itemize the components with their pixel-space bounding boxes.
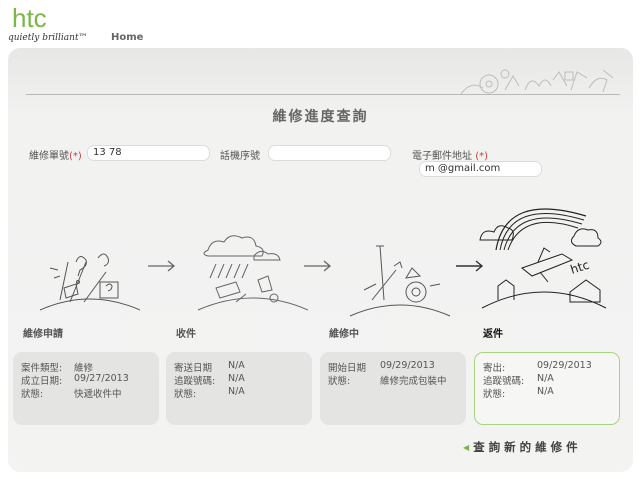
repair-request-illustration-icon (40, 253, 140, 311)
arrow-right-icon (148, 260, 176, 272)
email-input[interactable]: m @gmail.com (419, 161, 542, 177)
stage-title-repairing: 維修中 (329, 329, 359, 340)
card-row: 成立日期: 09/27/2013 (21, 373, 129, 387)
email-label: 電子郵件地址 (*) (412, 151, 488, 162)
shipping-storm-illustration-icon (197, 235, 308, 311)
repair-number-input[interactable]: 13 78 (87, 145, 210, 161)
required-mark: (*) (69, 151, 82, 162)
arrow-right-icon (304, 260, 332, 272)
htc-logo[interactable]: htc quietly brilliant™ (8, 3, 88, 44)
logo-tagline: quietly brilliant™ (8, 33, 88, 43)
card-row: 追蹤號碼: N/A (483, 373, 554, 387)
phone-serial-label: 話機序號 (220, 151, 260, 162)
svg-text:htc: htc (569, 258, 591, 277)
card-row: 狀態: N/A (174, 386, 245, 400)
query-new-repair-link[interactable]: ◀ 查詢新的維修件 (463, 439, 582, 455)
card-row: 寄送日期 N/A (174, 360, 245, 374)
stage-title-request: 維修申請 (23, 329, 63, 340)
card-row: 狀態: N/A (483, 386, 554, 400)
triangle-left-icon: ◀ (463, 443, 470, 452)
doodle-decoration-icon (460, 69, 614, 95)
page-title: 維修進度查詢 (272, 109, 369, 125)
phone-serial-input[interactable] (268, 145, 391, 161)
return-delivery-illustration-icon: htc (479, 208, 607, 309)
stage-card-returned: 寄出: 09/29/2013 追蹤號碼: N/A 狀態: N/A (474, 352, 620, 425)
card-row: 開始日期 09/29/2013 (328, 360, 435, 374)
stage-card-request: 案件類型: 維修 成立日期: 09/27/2013 狀態: 快遞收件中 (13, 352, 159, 425)
stage-title-received: 收件 (176, 329, 196, 340)
stage-card-received: 寄送日期 N/A 追蹤號碼: N/A 狀態: N/A (166, 352, 312, 425)
nav-home-link[interactable]: Home (111, 32, 143, 43)
card-row: 狀態: 快遞收件中 (21, 389, 122, 400)
card-row: 狀態: 維修完成包裝中 (328, 376, 447, 387)
card-row: 案件類型: 維修 (21, 363, 94, 374)
stage-title-returned: 返件 (483, 329, 503, 340)
title-divider (26, 94, 620, 95)
logo-wordmark: htc (12, 3, 47, 33)
main-panel: 維修進度查詢 維修單號(*) 13 78 話機序號 電子郵件地址 (*) m @… (8, 48, 633, 472)
repair-tools-illustration-icon (349, 245, 451, 317)
card-row: 追蹤號碼: N/A (174, 373, 245, 387)
repair-number-label: 維修單號(*) (29, 151, 82, 162)
stage-card-repairing: 開始日期 09/29/2013 狀態: 維修完成包裝中 (320, 352, 466, 425)
card-row: 寄出: 09/29/2013 (483, 360, 592, 374)
